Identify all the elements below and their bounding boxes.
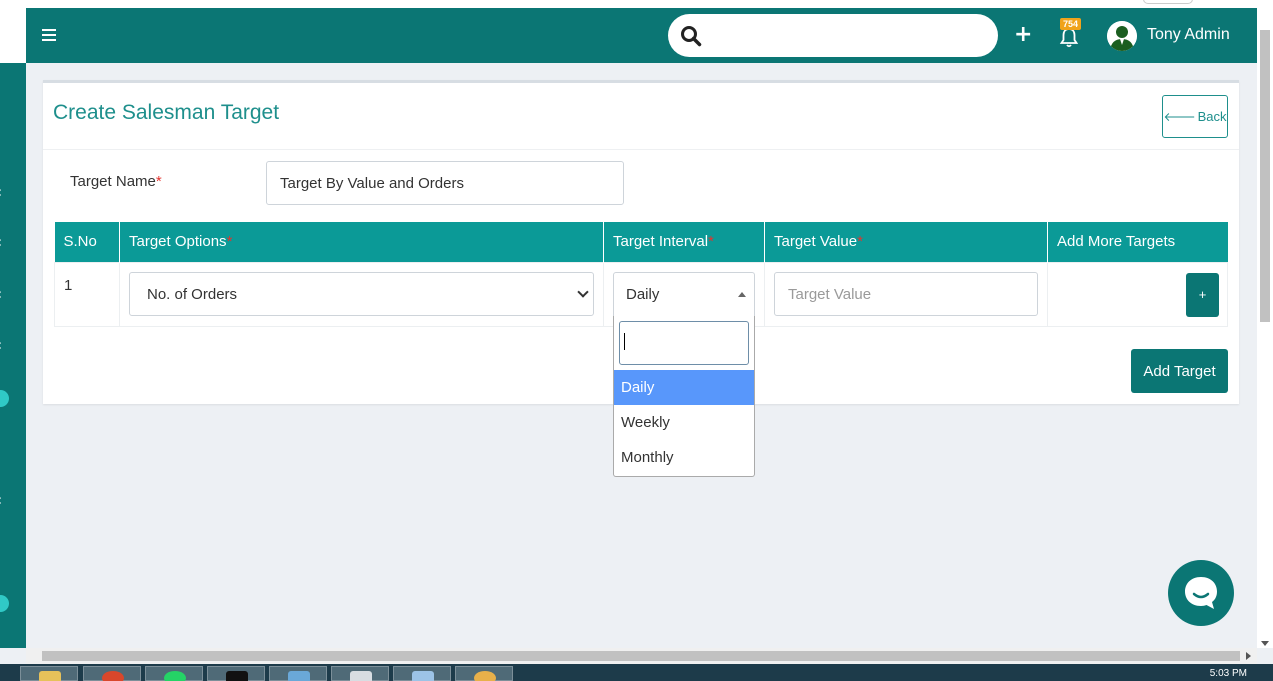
user-name[interactable]: Tony Admin (1147, 26, 1230, 44)
chrome-icon (102, 671, 124, 681)
scroll-down-icon[interactable] (1261, 641, 1269, 646)
header-add-more: Add More Targets (1047, 222, 1228, 262)
page-title: Create Salesman Target (53, 101, 280, 124)
target-options-value: No. of Orders (147, 285, 238, 303)
top-navbar: + 754 Tony Admin (26, 8, 1257, 63)
row-sno: 1 (54, 261, 120, 327)
target-options-select[interactable]: No. of Orders (129, 272, 594, 316)
row-add-more-cell: + (1047, 261, 1228, 327)
plus-icon[interactable]: + (1014, 24, 1032, 46)
text-caret (624, 333, 625, 350)
avatar[interactable] (1107, 21, 1137, 51)
header-target-options: Target Options* (119, 222, 604, 262)
scroll-right-icon[interactable] (1246, 652, 1251, 660)
taskbar-app-whatsapp[interactable] (145, 666, 203, 681)
target-interval-value: Daily (626, 286, 660, 303)
target-interval-select[interactable]: Daily (613, 272, 755, 316)
taskbar-app-palette[interactable] (455, 666, 513, 681)
notification-count-badge: 754 (1060, 18, 1082, 30)
card-divider (43, 149, 1239, 150)
add-target-button[interactable]: Add Target (1131, 349, 1228, 393)
scrollbar-thumb[interactable] (1260, 30, 1270, 322)
sidebar-badge-icon[interactable] (0, 390, 9, 407)
vertical-scrollbar[interactable] (1257, 8, 1273, 648)
taskbar-app-terminal[interactable] (207, 666, 265, 681)
search-input[interactable] (712, 22, 982, 49)
sidebar-badge-icon[interactable] (0, 595, 9, 612)
sidebar-chevron-icon[interactable]: ‹ (0, 493, 2, 508)
search-box (668, 14, 998, 57)
scrollbar-thumb[interactable] (42, 651, 1240, 661)
hamburger-icon[interactable] (42, 29, 56, 41)
horizontal-scrollbar[interactable] (26, 648, 1257, 664)
browser-tab-hint (1143, 0, 1193, 4)
taskbar-app-chrome[interactable] (83, 666, 141, 681)
sidebar-chevron-icon[interactable]: ‹ (0, 185, 2, 200)
targets-table: S.No Target Options* Target Interval* Ta… (54, 222, 1228, 327)
whatsapp-icon (164, 671, 186, 681)
sidebar: ‹ ‹ ‹ ‹ ‹ (0, 63, 26, 648)
sidebar-logo-area (0, 8, 26, 63)
back-button-label: Back (1197, 109, 1227, 124)
taskbar-app-paint[interactable] (269, 666, 327, 681)
browser-strip (0, 0, 1273, 8)
sidebar-chevron-icon[interactable]: ‹ (0, 287, 2, 302)
arrow-left-icon: 🡐 (1163, 110, 1196, 124)
caret-up-icon (738, 292, 746, 297)
sidebar-chevron-icon[interactable]: ‹ (0, 338, 2, 353)
row-target-option-cell: No. of Orders (119, 261, 604, 327)
palette-icon (474, 671, 496, 681)
back-button[interactable]: 🡐 Back (1162, 95, 1228, 138)
chat-widget-button[interactable] (1168, 560, 1234, 626)
taskbar-app-notes[interactable] (331, 666, 389, 681)
os-taskbar: 5:03 PM (0, 664, 1273, 681)
folder-icon (39, 671, 61, 681)
add-more-target-button[interactable]: + (1186, 272, 1219, 317)
taskbar-clock: 5:03 PM (1209, 668, 1247, 679)
header-target-value: Target Value* (764, 222, 1048, 262)
dropdown-option-monthly[interactable]: Monthly (614, 440, 754, 475)
interval-dropdown: Daily Weekly Monthly (613, 316, 755, 477)
taskbar-app-editor[interactable] (393, 666, 451, 681)
header-sno: S.No (54, 222, 120, 262)
terminal-icon (226, 671, 248, 681)
dropdown-option-daily[interactable]: Daily (614, 370, 754, 405)
target-name-input[interactable] (266, 161, 624, 205)
required-mark: * (155, 173, 162, 190)
dropdown-option-weekly[interactable]: Weekly (614, 405, 754, 440)
row-target-value-cell (764, 261, 1048, 327)
target-name-label: Target Name* (70, 173, 162, 190)
chevron-down-icon (577, 286, 589, 298)
target-value-input[interactable] (774, 272, 1038, 316)
chat-bubble-icon (1185, 577, 1217, 609)
sidebar-chevron-icon[interactable]: ‹ (0, 235, 2, 250)
editor-icon (412, 671, 434, 681)
search-icon[interactable] (680, 25, 702, 47)
paint-icon (288, 671, 310, 681)
taskbar-app-explorer[interactable] (20, 666, 78, 681)
dropdown-search-input[interactable] (619, 321, 749, 365)
table-header-row: S.No Target Options* Target Interval* Ta… (54, 222, 1228, 262)
notes-icon (350, 671, 372, 681)
header-target-interval: Target Interval* (603, 222, 765, 262)
